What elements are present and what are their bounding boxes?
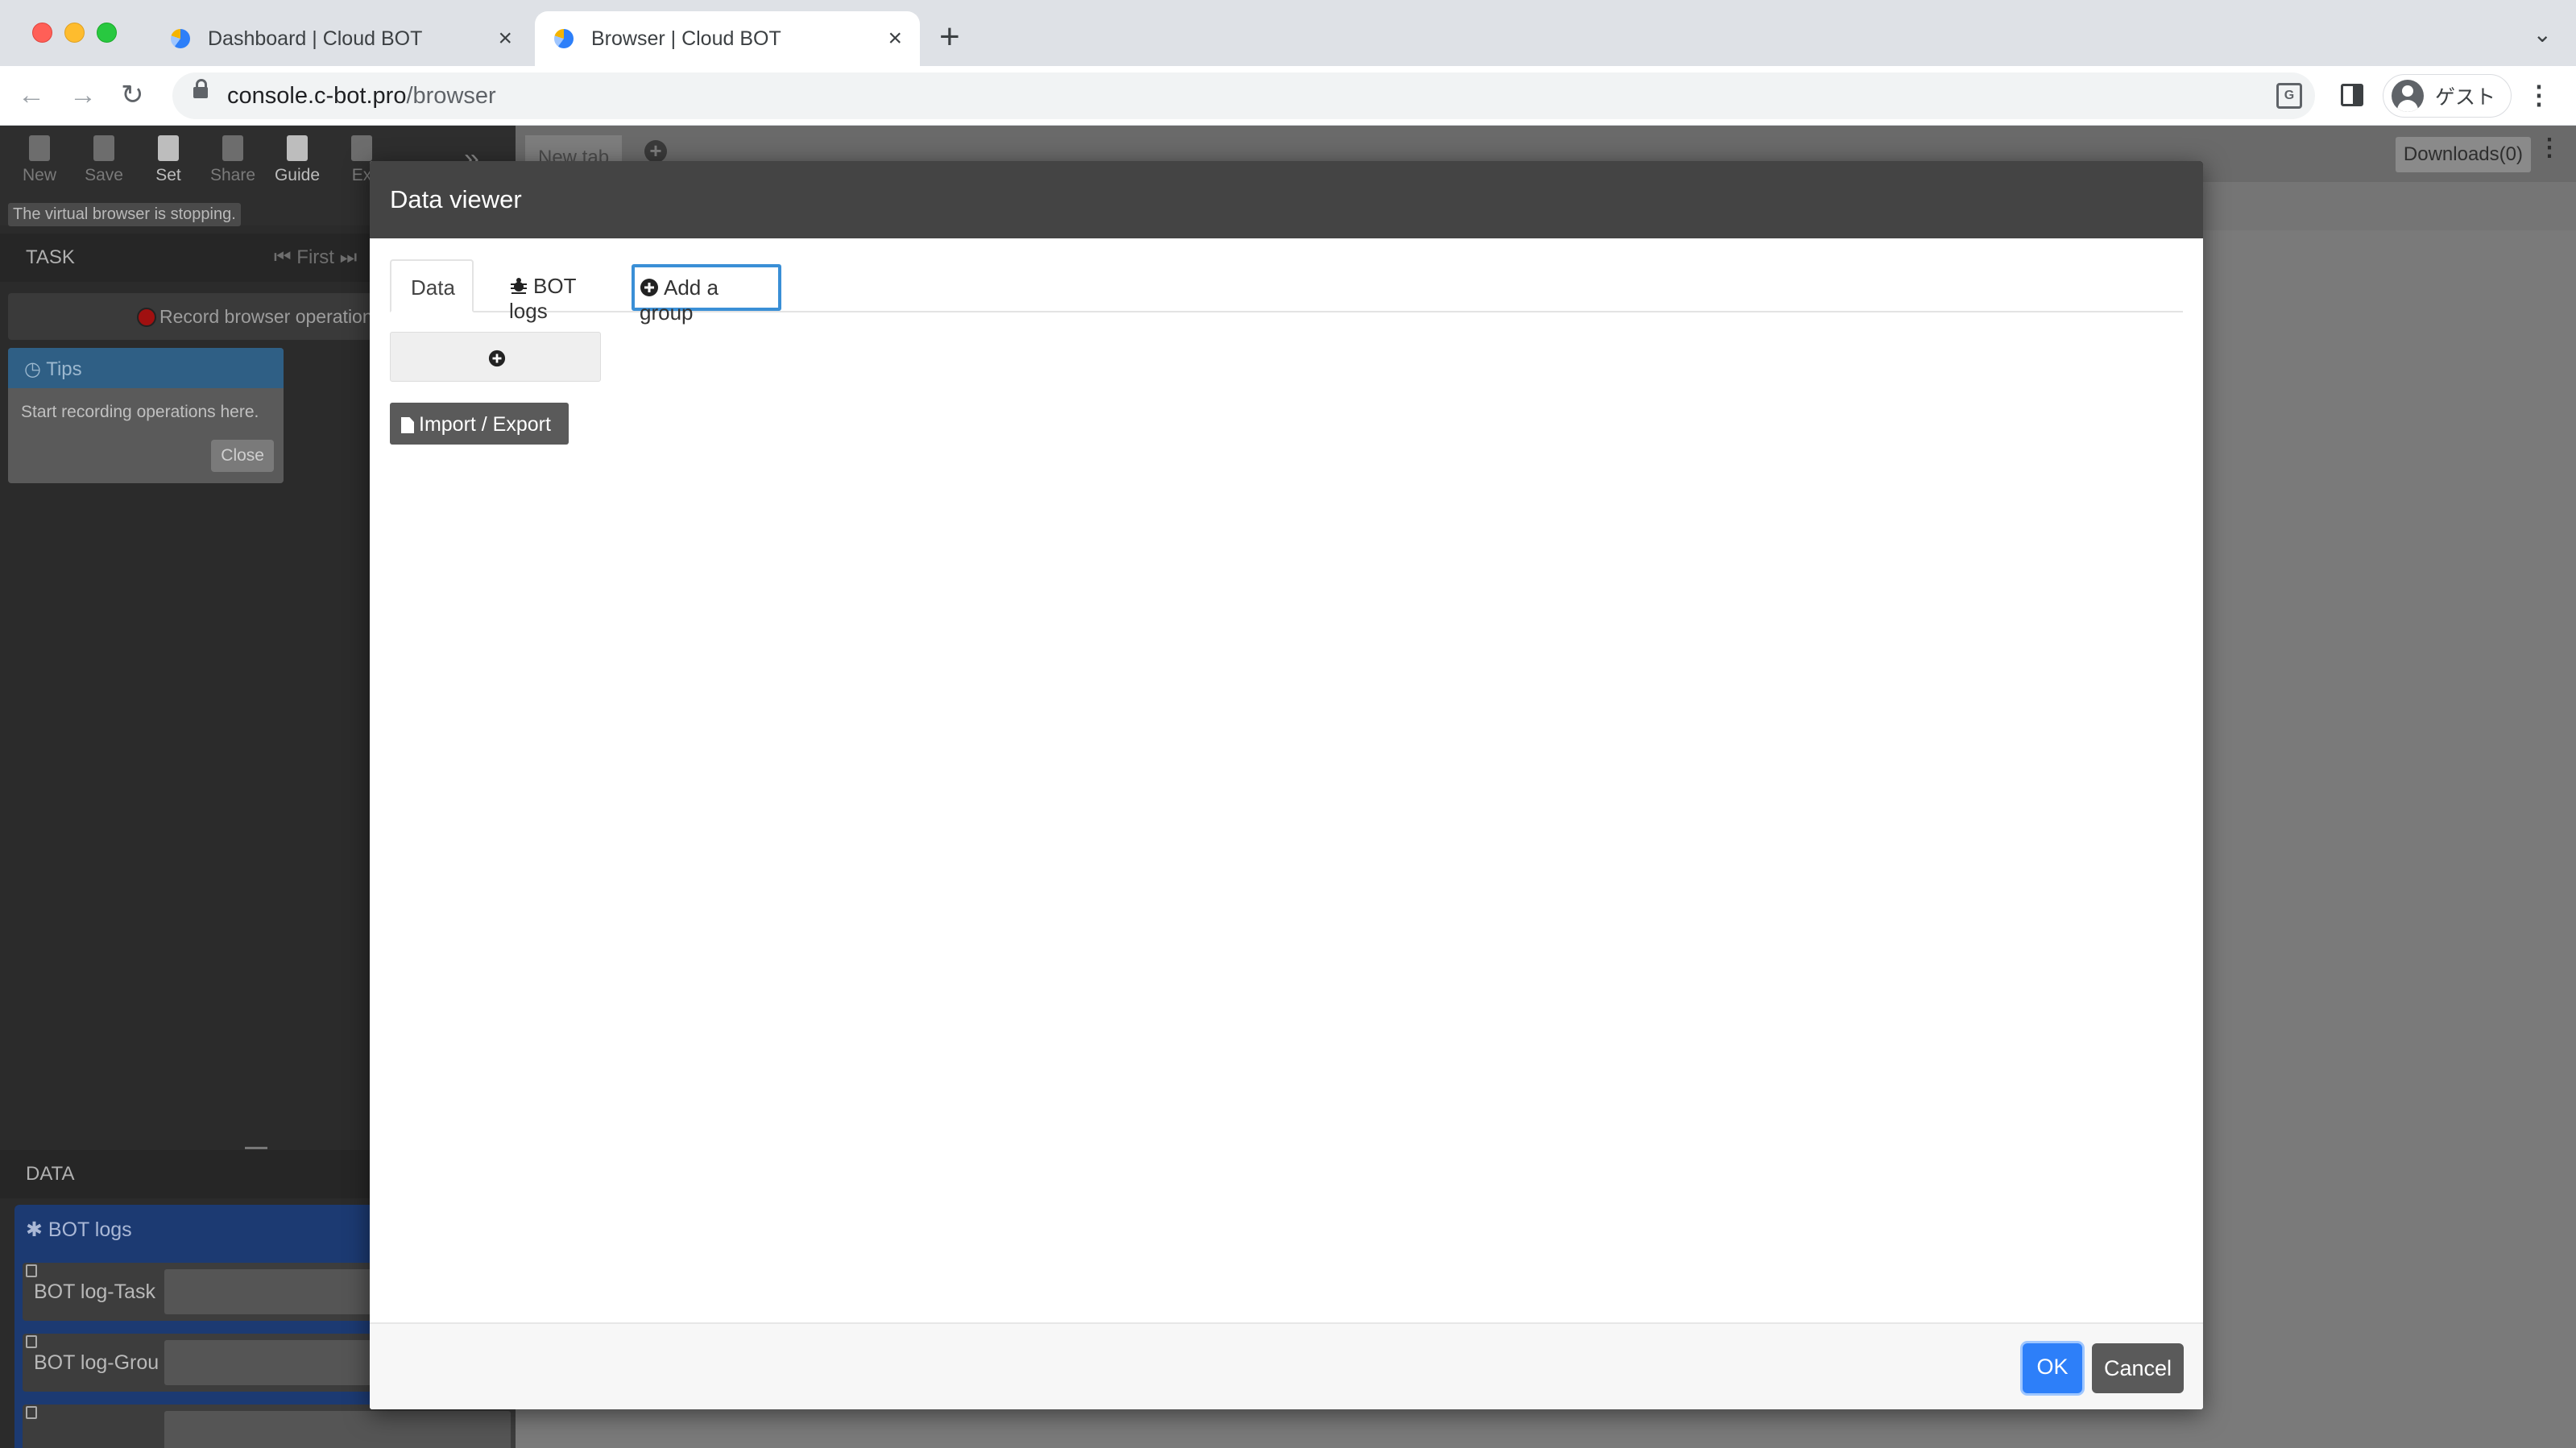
url-text: console.c-bot.pro/browser [227, 83, 496, 110]
tab-data-label: Data [411, 275, 455, 300]
cancel-button[interactable]: Cancel [2092, 1343, 2184, 1393]
tab-search-chevron-icon[interactable]: ⌄ [2533, 21, 2552, 48]
tips-title: Tips [46, 358, 82, 380]
tab-add-group[interactable]: Add a group [632, 264, 781, 325]
modal-title: Data viewer [390, 185, 522, 213]
plus-circle-icon [488, 350, 506, 367]
browser-toolbar: ← → ↻ console.c-bot.pro/browser G ゲスト ⋮ [0, 66, 2576, 126]
back-arrow-icon[interactable]: ← [18, 76, 45, 114]
close-tab-icon[interactable]: × [498, 27, 512, 51]
profile-button[interactable]: ゲスト [2383, 74, 2512, 118]
new-button[interactable]: New [11, 135, 68, 185]
browser-tab-title: Dashboard | Cloud BOT [208, 27, 423, 50]
guide-button[interactable]: Guide [269, 135, 325, 185]
tool-label: Set [155, 166, 181, 184]
add-data-button[interactable] [390, 332, 601, 382]
list-item[interactable] [23, 1405, 516, 1448]
tool-label: Guide [274, 166, 321, 184]
tips-header: ◷ Tips [8, 348, 284, 388]
forward-arrow-icon[interactable]: → [69, 76, 97, 114]
new-tab-plus-icon[interactable]: + [939, 16, 960, 58]
url-path: /browser [406, 83, 496, 109]
minimize-window-button[interactable] [64, 23, 85, 43]
set-button[interactable]: Set [140, 135, 197, 185]
gear-icon [158, 135, 179, 161]
cloud-upload-icon [93, 135, 114, 161]
browser-tab-dashboard[interactable]: Dashboard | Cloud BOT × [158, 11, 530, 66]
status-badge: The virtual browser is stopping. [8, 203, 241, 226]
copy-icon[interactable] [26, 1335, 37, 1348]
more-menu-icon[interactable]: ⋮ [2537, 134, 2562, 162]
browser-menu-icon[interactable]: ⋮ [2526, 81, 2552, 110]
downloads-button[interactable]: Downloads(0) [2395, 137, 2531, 172]
data-item-label: BOT log-Task [34, 1280, 155, 1303]
close-window-button[interactable] [32, 23, 52, 43]
profile-name: ゲスト [2435, 86, 2496, 109]
tab-bot-logs[interactable]: BOT logs [490, 259, 627, 323]
modal-header: Data viewer [370, 161, 2203, 238]
import-export-button[interactable]: Import / Export [390, 403, 569, 445]
add-tab-icon[interactable]: + [644, 140, 667, 163]
data-group-title[interactable]: ✱ BOT logs [26, 1218, 132, 1242]
data-group-label: BOT logs [48, 1218, 132, 1241]
translate-icon[interactable]: G [2276, 83, 2302, 109]
exit-icon [351, 135, 372, 161]
reload-icon[interactable]: ↻ [121, 76, 144, 114]
tool-label: Save [85, 166, 123, 184]
close-tab-icon[interactable]: × [888, 27, 902, 51]
tips-body: Start recording operations here. [21, 403, 259, 421]
tool-label: Ex [351, 166, 372, 184]
modal-footer: OK Cancel [370, 1322, 2203, 1409]
record-icon [137, 308, 156, 327]
share-button[interactable]: Share [205, 135, 261, 185]
modal-tabs: Data BOT logs Add a group [390, 259, 2183, 325]
side-panel-icon[interactable] [2341, 84, 2363, 106]
browser-tab-title: Browser | Cloud BOT [591, 27, 781, 50]
data-viewer-modal: Data viewer Data BOT logs Add a group Im… [370, 161, 2203, 1409]
plus-circle-icon [640, 279, 658, 296]
tool-label: Share [209, 166, 256, 184]
data-header-label: DATA [26, 1163, 75, 1185]
copy-icon[interactable] [26, 1264, 37, 1277]
share-icon [222, 135, 243, 161]
record-label: Record browser operation [159, 306, 373, 327]
tips-popover: ◷ Tips Start recording operations here. … [8, 348, 284, 483]
save-button[interactable]: Save [76, 135, 132, 185]
file-icon [401, 417, 414, 433]
cloud-bot-favicon-icon [554, 29, 574, 48]
lock-icon[interactable] [193, 79, 208, 98]
browser-tab-browser[interactable]: Browser | Cloud BOT × [535, 11, 920, 66]
address-bar[interactable]: console.c-bot.pro/browser G [172, 72, 2315, 119]
ok-button[interactable]: OK [2023, 1343, 2082, 1393]
bug-icon [511, 278, 527, 294]
copy-icon[interactable] [26, 1406, 37, 1419]
task-nav-first[interactable]: ⏮ First ⏭ [274, 246, 357, 269]
browser-tab-strip: Dashboard | Cloud BOT × Browser | Cloud … [0, 0, 2576, 66]
data-item-value[interactable] [164, 1411, 511, 1448]
url-host: console.c-bot.pro [227, 83, 407, 109]
book-icon [287, 135, 308, 161]
avatar [2392, 80, 2424, 112]
task-nav-first-label: First [296, 246, 334, 268]
tab-data[interactable]: Data [390, 259, 474, 312]
data-item-label: BOT log-Grou [34, 1351, 159, 1374]
tool-label: New [22, 166, 56, 184]
new-file-icon [29, 135, 50, 161]
tips-close-button[interactable]: Close [211, 440, 274, 472]
import-export-label: Import / Export [419, 413, 551, 436]
task-header-label: TASK [26, 246, 75, 268]
zoom-window-button[interactable] [97, 23, 117, 43]
cloud-bot-favicon-icon [171, 29, 190, 48]
